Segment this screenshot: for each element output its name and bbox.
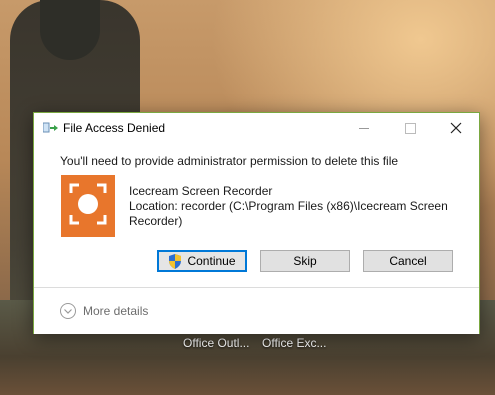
screen-recorder-icon	[61, 175, 115, 237]
more-details-toggle[interactable]	[60, 303, 76, 319]
close-button[interactable]	[433, 113, 479, 143]
maximize-icon	[404, 122, 416, 134]
dialog-footer: More details	[34, 287, 479, 334]
screen-recorder-glyph	[69, 183, 107, 225]
more-details-link[interactable]: More details	[83, 304, 148, 318]
dialog-title: File Access Denied	[63, 121, 166, 135]
dialog-heading: You'll need to provide administrator per…	[60, 154, 399, 168]
uac-shield-icon	[169, 253, 182, 269]
minimize-button[interactable]	[341, 113, 387, 143]
file-location: Location: recorder (C:\Program Files (x8…	[129, 199, 448, 228]
continue-button[interactable]: Continue	[157, 250, 247, 272]
maximize-button[interactable]	[387, 113, 433, 143]
continue-label: Continue	[187, 254, 236, 268]
file-name: Icecream Screen Recorder	[129, 184, 273, 198]
close-icon	[450, 122, 462, 134]
file-access-denied-dialog: File Access Denied You'll need to provid…	[33, 112, 480, 334]
desktop-shortcut-outlook[interactable]: Office Outl...	[183, 336, 249, 350]
title-bar[interactable]: File Access Denied	[34, 113, 479, 143]
file-move-icon	[43, 122, 58, 133]
wallpaper-figure-head	[40, 0, 100, 60]
chevron-down-icon	[64, 309, 72, 314]
desktop-shortcut-excel[interactable]: Office Exc...	[262, 336, 326, 350]
cancel-button[interactable]: Cancel	[363, 250, 453, 272]
skip-button[interactable]: Skip	[260, 250, 350, 272]
minimize-icon	[359, 127, 369, 129]
